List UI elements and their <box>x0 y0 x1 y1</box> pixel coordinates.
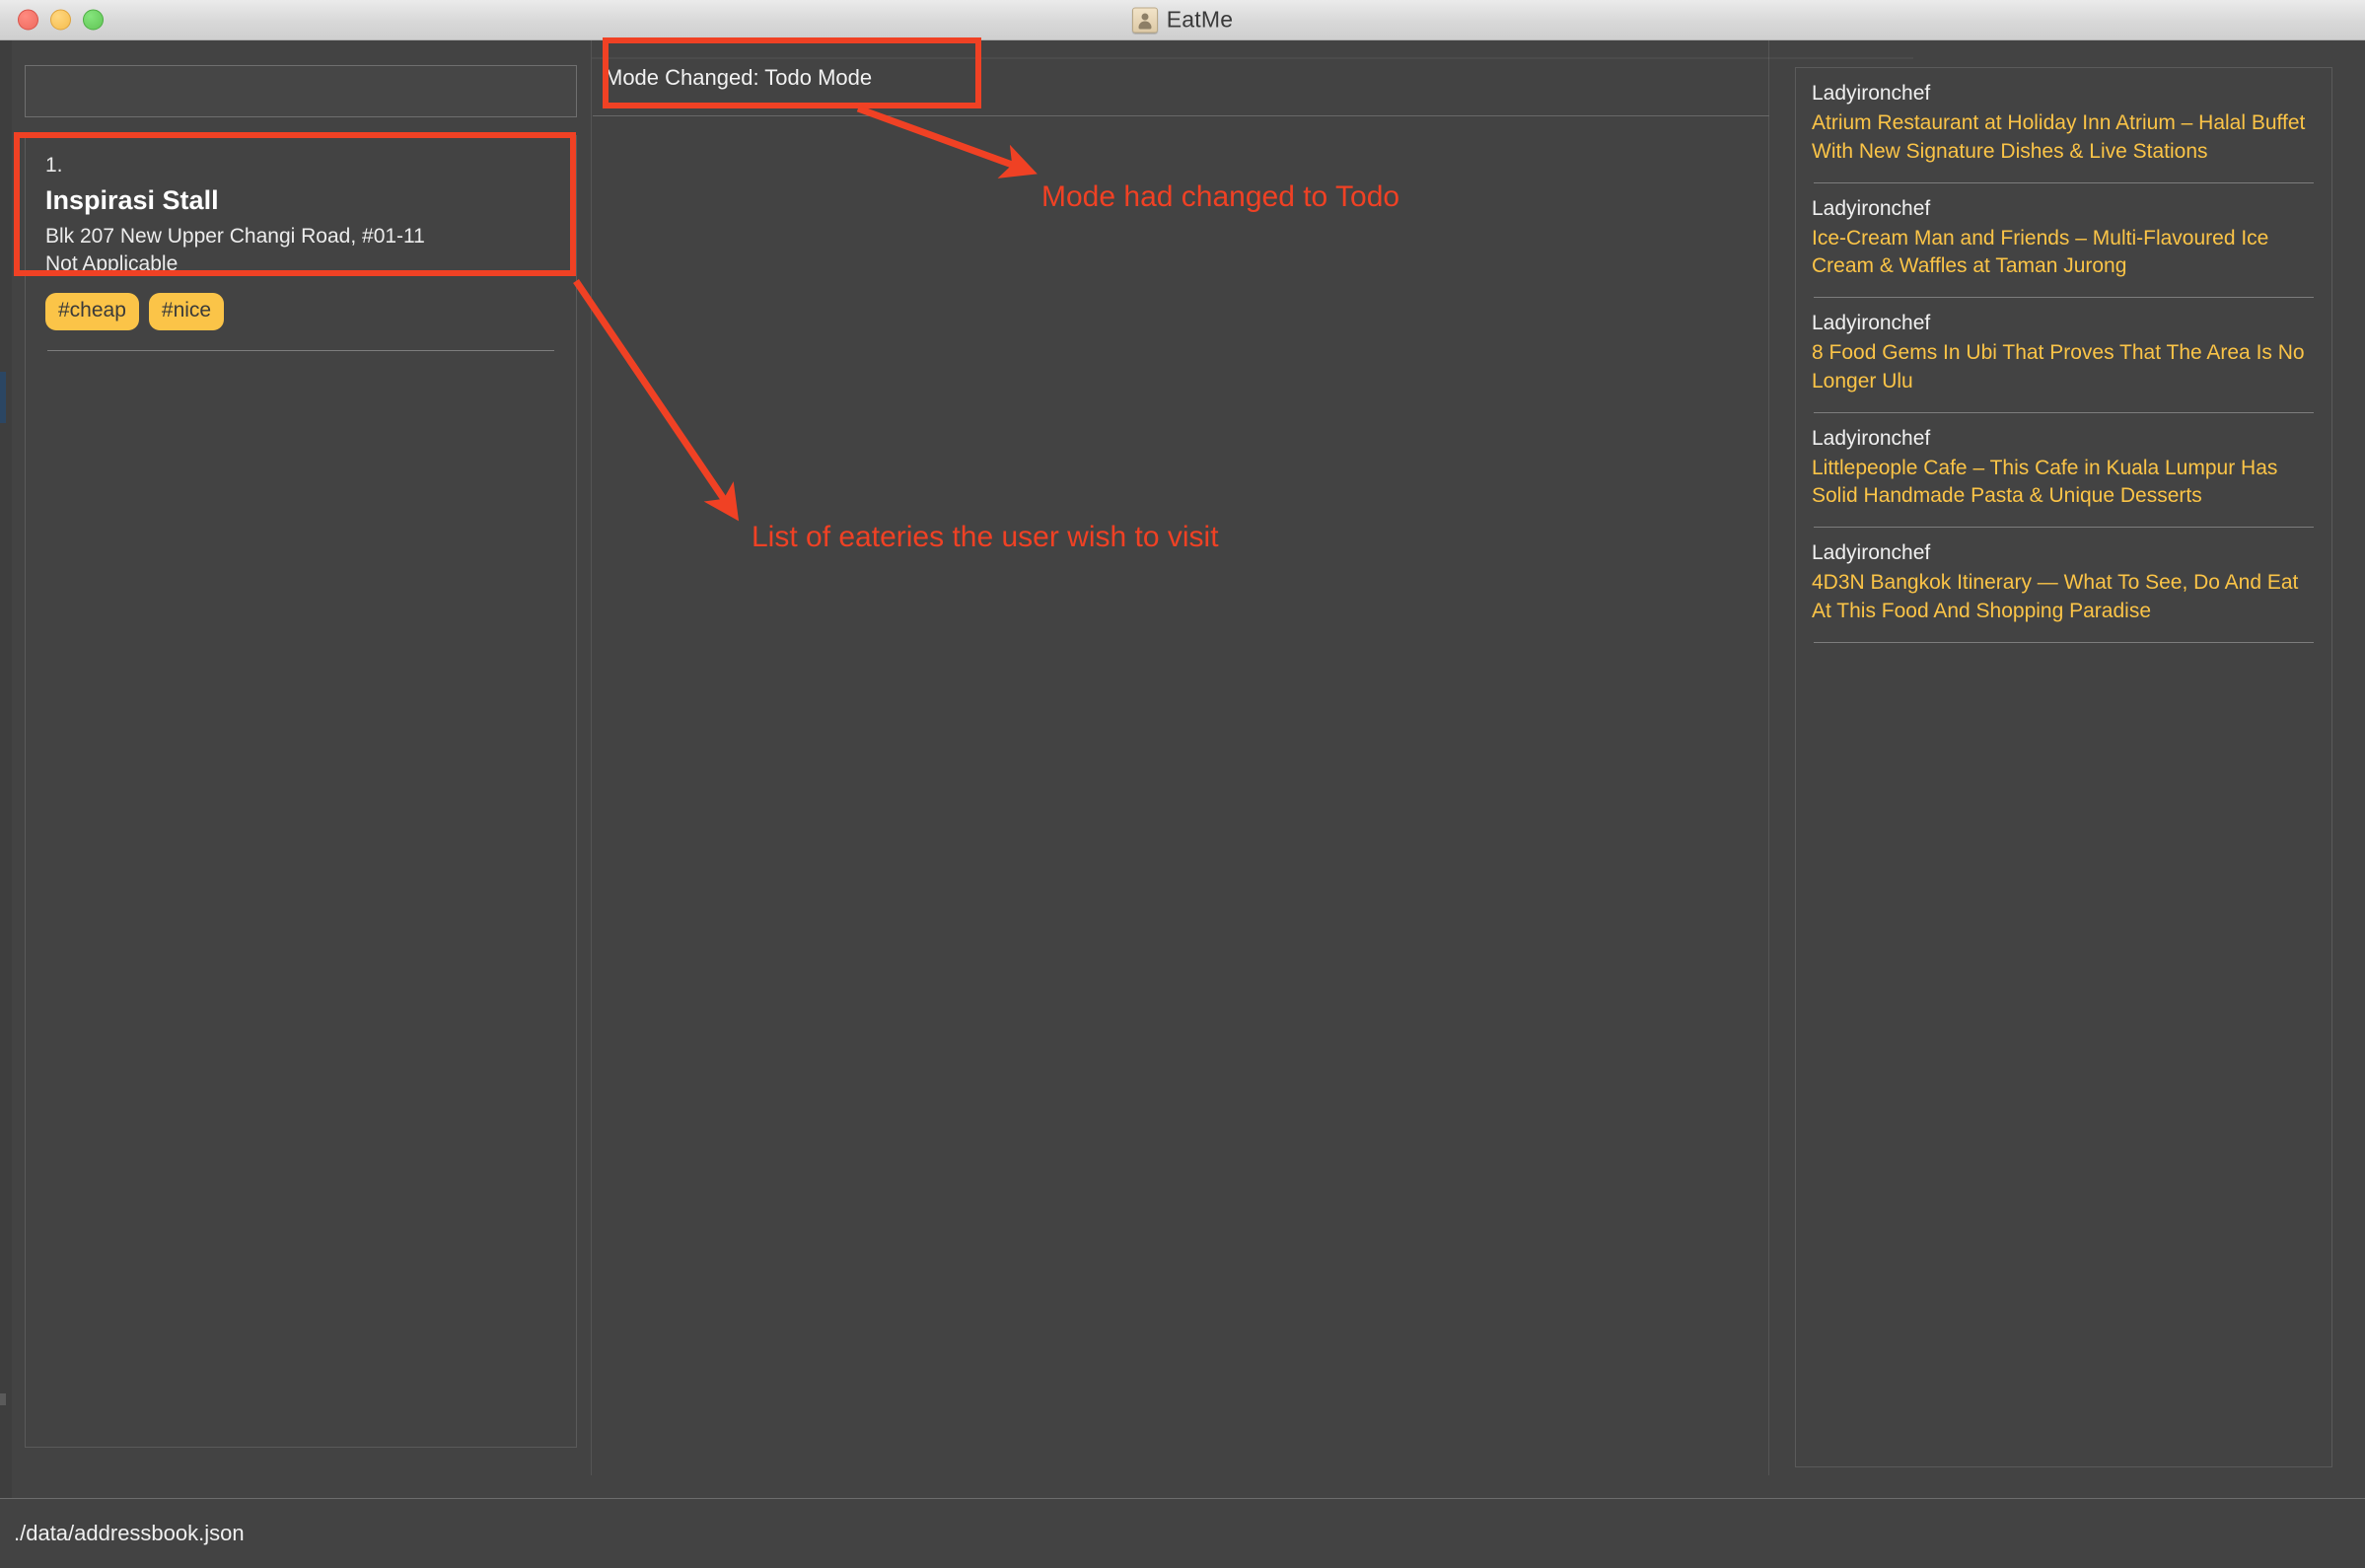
feed-item[interactable]: Ladyironchef 8 Food Gems In Ubi That Pro… <box>1796 298 2331 413</box>
feed-source: Ladyironchef <box>1812 541 1931 565</box>
feed-item[interactable]: Ladyironchef Littlepeople Cafe – This Ca… <box>1796 413 2331 529</box>
item-index: 1. <box>45 154 63 177</box>
search-box[interactable] <box>25 65 577 117</box>
rail-marker <box>0 1393 6 1405</box>
item-address: Blk 207 New Upper Changi Road, #01-11 <box>45 225 425 248</box>
status-bar-sheen <box>592 57 1913 59</box>
feed-headline[interactable]: Ice-Cream Man and Friends – Multi-Flavou… <box>1812 225 2316 282</box>
item-tag-row: #cheap #nice <box>45 292 556 330</box>
left-edge-rail <box>0 40 12 1498</box>
feed-source: Ladyironchef <box>1812 426 1931 450</box>
search-input[interactable] <box>26 66 576 116</box>
item-name: Inspirasi Stall <box>45 185 219 215</box>
feed-source: Ladyironchef <box>1812 312 1931 335</box>
feed-source: Ladyironchef <box>1812 196 1931 220</box>
item-spacer <box>45 351 556 387</box>
main-content-area: 1. Inspirasi Stall Blk 207 New Upper Cha… <box>0 40 2365 1498</box>
mode-status-text: Mode Changed: Todo Mode <box>605 65 873 90</box>
feed-source: Ladyironchef <box>1812 82 1931 105</box>
feed-headline[interactable]: Atrium Restaurant at Holiday Inn Atrium … <box>1812 109 2316 167</box>
status-file-path: ./data/addressbook.json <box>14 1521 245 1545</box>
status-bar: ./data/addressbook.json <box>0 1498 2365 1568</box>
todo-list-item[interactable]: 1. Inspirasi Stall Blk 207 New Upper Cha… <box>26 136 576 387</box>
middle-panel-divider <box>593 115 1769 116</box>
feed-headline[interactable]: 8 Food Gems In Ubi That Proves That The … <box>1812 339 2316 396</box>
tag-chip[interactable]: #nice <box>148 292 225 330</box>
feed-item[interactable]: Ladyironchef Ice-Cream Man and Friends –… <box>1796 183 2331 299</box>
feed-headline[interactable]: Littlepeople Cafe – This Cafe in Kuala L… <box>1812 455 2316 512</box>
application-window: EatMe 1. Inspirasi Stall Blk 207 New Upp… <box>0 0 2365 1568</box>
result-display-bar: Mode Changed: Todo Mode <box>593 40 1768 115</box>
title-bar: EatMe <box>0 0 2365 40</box>
news-feed-list[interactable]: Ladyironchef Atrium Restaurant at Holida… <box>1795 67 2332 1467</box>
feed-item[interactable]: Ladyironchef Atrium Restaurant at Holida… <box>1796 68 2331 183</box>
todo-list[interactable]: 1. Inspirasi Stall Blk 207 New Upper Cha… <box>25 135 577 1448</box>
tag-chip[interactable]: #cheap <box>45 292 139 330</box>
right-panel: Ladyironchef Atrium Restaurant at Holida… <box>1770 40 2365 1475</box>
window-title: EatMe <box>1166 6 1234 33</box>
left-panel: 1. Inspirasi Stall Blk 207 New Upper Cha… <box>13 40 592 1475</box>
feed-headline[interactable]: 4D3N Bangkok Itinerary — What To See, Do… <box>1812 569 2316 626</box>
item-extra: Not Applicable <box>45 252 179 276</box>
address-book-icon <box>1131 7 1158 33</box>
feed-divider <box>1814 641 2314 643</box>
feed-item[interactable]: Ladyironchef 4D3N Bangkok Itinerary — Wh… <box>1796 528 2331 643</box>
middle-panel: Mode Changed: Todo Mode <box>593 40 1769 1475</box>
window-title-group: EatMe <box>0 7 2365 34</box>
rail-marker <box>0 372 6 423</box>
